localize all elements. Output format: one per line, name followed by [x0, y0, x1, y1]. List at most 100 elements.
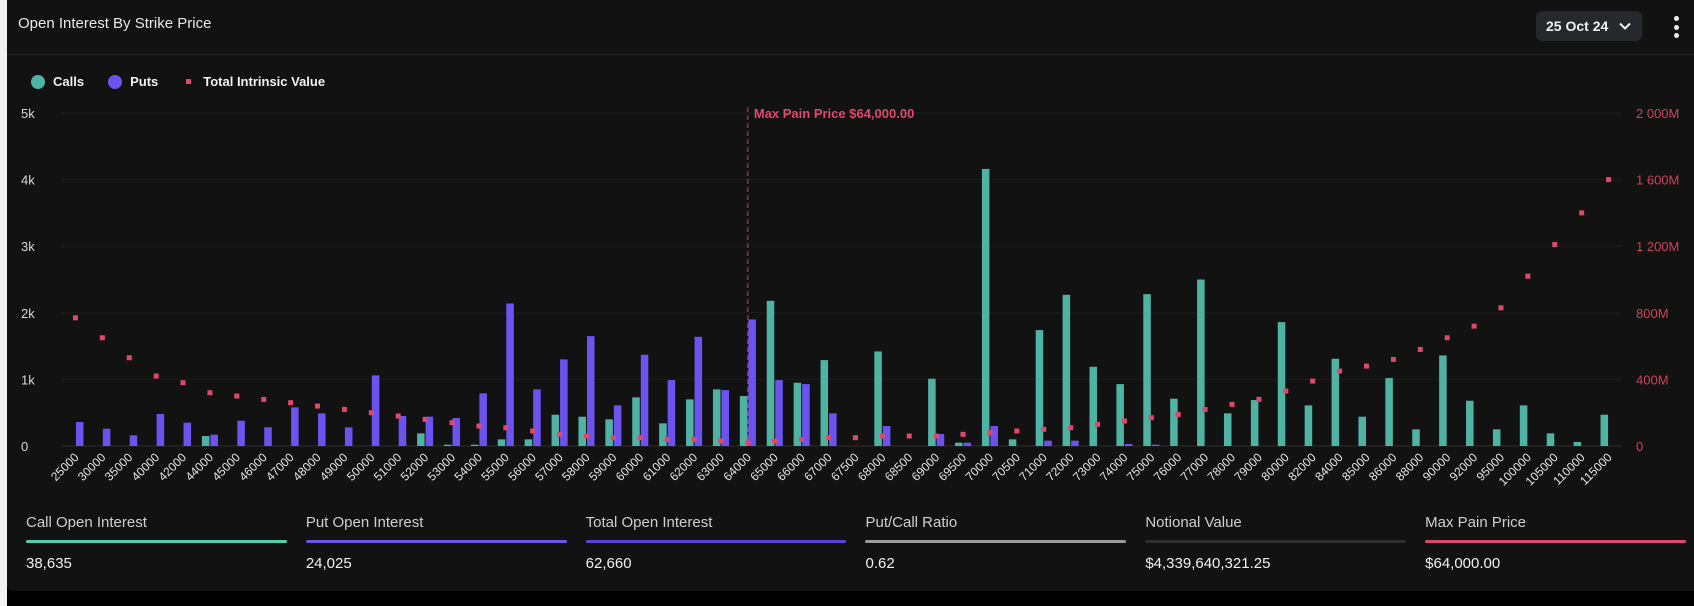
puts-bar [775, 380, 783, 446]
stat-underline [585, 540, 847, 543]
legend-label: Calls [53, 74, 85, 89]
puts-bar [721, 390, 729, 446]
intrinsic-value-point [1068, 425, 1074, 431]
intrinsic-value-point [153, 373, 159, 379]
legend-item-calls[interactable]: Calls [31, 74, 84, 89]
y2-tick-label: 1 200M [1636, 239, 1679, 254]
calls-bar [524, 439, 533, 446]
x-tick-label: 48000 [290, 450, 324, 484]
calls-bar [1250, 400, 1259, 446]
stat-label: Put Open Interest [305, 514, 424, 531]
panel-header: Open Interest By Strike Price 25 Oct 24 [7, 0, 1694, 55]
x-tick-label: 92000 [1447, 450, 1481, 484]
puts-bar [802, 384, 810, 446]
calls-bar [1223, 413, 1232, 446]
intrinsic-value-point [1525, 273, 1531, 279]
intrinsic-value-point [583, 433, 589, 439]
intrinsic-value-swatch-icon [186, 79, 192, 84]
puts-bar [667, 380, 676, 446]
max-pain-label: Max Pain Price $64,000.00 [754, 106, 914, 121]
calls-bar [1546, 433, 1555, 446]
stat-value: $64,000.00 [1425, 555, 1501, 572]
intrinsic-value-point [933, 433, 939, 439]
calls-bar [605, 419, 613, 446]
x-tick-label: 73000 [1070, 450, 1104, 484]
expiry-date-dropdown[interactable]: 25 Oct 24 [1536, 11, 1643, 41]
intrinsic-value-point [126, 355, 132, 361]
stat-max-pain-price: Max Pain Price $64,000.00 [1425, 514, 1686, 572]
x-tick-label: 86000 [1366, 450, 1400, 484]
x-tick-label: 67500 [828, 450, 862, 484]
chart-legend: Calls Puts Total Intrinsic Value [31, 74, 325, 89]
calls-bar [1197, 279, 1205, 446]
x-tick-label: 66000 [774, 450, 808, 484]
calls-bar [417, 433, 425, 446]
calls-bar [659, 423, 667, 446]
intrinsic-value-point [1417, 346, 1423, 352]
stat-value: 38,635 [26, 555, 72, 572]
stat-put-open-interest: Put Open Interest 24,025 [305, 514, 567, 572]
x-tick-label: 40000 [129, 450, 163, 484]
legend-label: Puts [130, 74, 159, 89]
calls-bar [739, 396, 748, 446]
intrinsic-value-point [288, 400, 294, 406]
calls-bar [497, 439, 506, 446]
x-tick-label: 49000 [317, 450, 351, 484]
x-tick-label: 30000 [75, 450, 109, 484]
intrinsic-value-point [368, 410, 374, 416]
y2-tick-label: 0 [1636, 439, 1643, 454]
x-tick-label: 56000 [505, 450, 539, 484]
intrinsic-value-point [852, 435, 858, 441]
x-tick-label: 65000 [747, 450, 781, 484]
intrinsic-value-point [826, 435, 832, 441]
chevron-down-icon [1619, 22, 1631, 30]
y2-tick-label: 400M [1636, 372, 1669, 387]
intrinsic-value-point [1552, 242, 1558, 248]
intrinsic-value-point [987, 430, 993, 436]
x-tick-label: 78000 [1205, 450, 1239, 484]
x-tick-label: 79000 [1232, 450, 1266, 484]
intrinsic-value-point [1121, 418, 1127, 424]
x-tick-label: 70500 [989, 450, 1023, 484]
puts-bar [75, 422, 84, 446]
x-tick-label: 68500 [882, 450, 916, 484]
puts-bar [990, 426, 998, 446]
more-options-icon[interactable] [1671, 16, 1681, 38]
legend-item-puts[interactable]: Puts [108, 74, 158, 89]
calls-bar [1439, 355, 1447, 446]
intrinsic-value-point [772, 438, 778, 444]
x-tick-label: 61000 [640, 450, 674, 484]
x-tick-label: 82000 [1285, 450, 1319, 484]
puts-bar [183, 422, 192, 446]
x-tick-label: 62000 [667, 450, 701, 484]
legend-label: Total Intrinsic Value [203, 74, 326, 89]
x-tick-label: 70000 [963, 450, 997, 484]
y-tick-label: 2k [21, 306, 35, 321]
y-tick-label: 4k [21, 173, 35, 188]
intrinsic-value-point [1014, 428, 1020, 434]
calls-bar [1143, 294, 1151, 446]
intrinsic-value-point [610, 435, 616, 441]
puts-bar [318, 413, 326, 446]
puts-bar [156, 414, 165, 446]
intrinsic-value-point [1337, 368, 1343, 374]
intrinsic-value-point [1148, 415, 1154, 421]
legend-item-intrinsic-value[interactable]: Total Intrinsic Value [182, 74, 325, 89]
x-tick-label: 44000 [183, 450, 217, 484]
puts-bar [129, 435, 138, 446]
calls-bar [443, 444, 452, 446]
calls-bar [1304, 405, 1313, 446]
stat-label: Total Open Interest [585, 514, 713, 531]
intrinsic-value-point [637, 435, 643, 441]
stat-underline [865, 540, 1127, 543]
x-tick-label: 71000 [1016, 450, 1050, 484]
calls-bar [1277, 322, 1286, 446]
x-tick-label: 60000 [613, 450, 647, 484]
intrinsic-value-point [960, 431, 966, 437]
calls-bar [1385, 378, 1393, 446]
stat-underline [26, 540, 287, 543]
calls-bar [1412, 429, 1420, 446]
x-tick-label: 90000 [1420, 450, 1454, 484]
x-tick-label: 76000 [1151, 450, 1185, 484]
puts-bar [237, 420, 245, 446]
